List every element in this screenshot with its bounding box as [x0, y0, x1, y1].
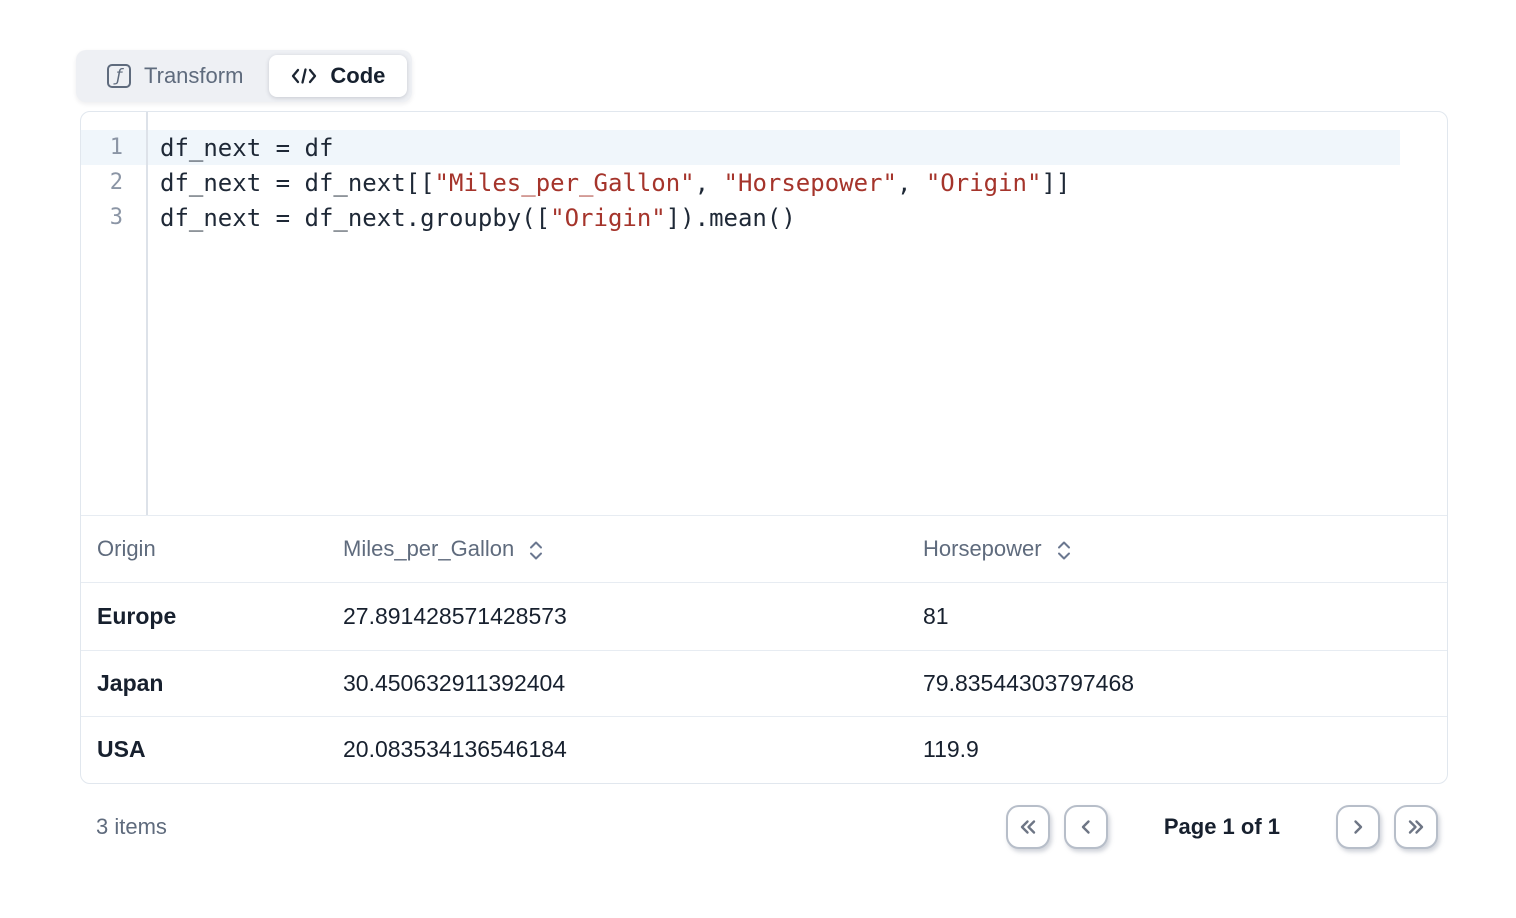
line-number: 1: [81, 135, 146, 160]
table-header-row: Origin Miles_per_Gallon Horsepower: [81, 516, 1447, 583]
cell-miles-per-gallon: 30.450632911392404: [327, 670, 907, 697]
tab-code-label: Code: [330, 63, 385, 89]
code-line-2[interactable]: 2 df_next = df_next[["Miles_per_Gallon",…: [81, 165, 1400, 200]
table-footer: 3 items Page 1 of 1: [80, 789, 1448, 865]
previous-page-button[interactable]: [1064, 805, 1108, 849]
tab-code[interactable]: Code: [269, 55, 407, 97]
code-brackets-icon: [291, 65, 317, 87]
code-and-preview-panel: 1 df_next = df 2 df_next = df_next[["Mil…: [80, 111, 1448, 784]
chevron-right-icon: [1346, 815, 1370, 839]
sort-chevrons-icon[interactable]: [528, 540, 544, 561]
cell-horsepower: 79.83544303797468: [907, 670, 1447, 697]
code-editor[interactable]: 1 df_next = df 2 df_next = df_next[["Mil…: [81, 112, 1447, 516]
code-text: df_next = df_next[["Miles_per_Gallon", "…: [146, 169, 1070, 197]
cell-origin: Europe: [81, 603, 327, 630]
sort-chevrons-icon[interactable]: [1056, 540, 1072, 561]
chevrons-right-icon: [1404, 815, 1428, 839]
first-page-button[interactable]: [1006, 805, 1050, 849]
cell-horsepower: 119.9: [907, 736, 1447, 763]
next-page-button[interactable]: [1336, 805, 1380, 849]
column-header-origin: Origin: [81, 536, 327, 562]
last-page-button[interactable]: [1394, 805, 1438, 849]
line-number: 3: [81, 205, 146, 230]
table-row-usa: USA 20.083534136546184 119.9: [81, 716, 1447, 783]
column-header-label: Horsepower: [923, 536, 1042, 562]
cell-origin: USA: [81, 736, 327, 763]
column-header-miles-per-gallon[interactable]: Miles_per_Gallon: [327, 536, 907, 562]
page-indicator: Page 1 of 1: [1164, 814, 1280, 840]
items-count: 3 items: [80, 814, 167, 840]
code-text: df_next = df_next.groupby(["Origin"]).me…: [146, 204, 796, 232]
table-row-europe: Europe 27.891428571428573 81: [81, 583, 1447, 650]
cell-horsepower: 81: [907, 603, 1447, 630]
column-header-label: Miles_per_Gallon: [343, 536, 514, 562]
cell-miles-per-gallon: 20.083534136546184: [327, 736, 907, 763]
chevrons-left-icon: [1016, 815, 1040, 839]
result-table: Origin Miles_per_Gallon Horsepower: [81, 516, 1447, 783]
function-icon: ƒ: [107, 64, 131, 88]
gutter-divider: [146, 112, 148, 515]
app-root: ƒ Transform Code 1 df_next = df 2: [0, 0, 1448, 865]
cell-miles-per-gallon: 27.891428571428573: [327, 603, 907, 630]
view-switcher: ƒ Transform Code: [76, 50, 412, 102]
table-row-japan: Japan 30.450632911392404 79.835443037974…: [81, 650, 1447, 717]
column-header-horsepower[interactable]: Horsepower: [907, 536, 1447, 562]
code-line-3[interactable]: 3 df_next = df_next.groupby(["Origin"]).…: [81, 200, 1400, 235]
line-number: 2: [81, 170, 146, 195]
pagination: Page 1 of 1: [1006, 805, 1438, 849]
chevron-left-icon: [1074, 815, 1098, 839]
cell-origin: Japan: [81, 670, 327, 697]
code-line-1[interactable]: 1 df_next = df: [81, 130, 1400, 165]
code-text: df_next = df: [146, 134, 333, 162]
tab-transform[interactable]: ƒ Transform: [81, 55, 269, 97]
tab-transform-label: Transform: [144, 63, 243, 89]
